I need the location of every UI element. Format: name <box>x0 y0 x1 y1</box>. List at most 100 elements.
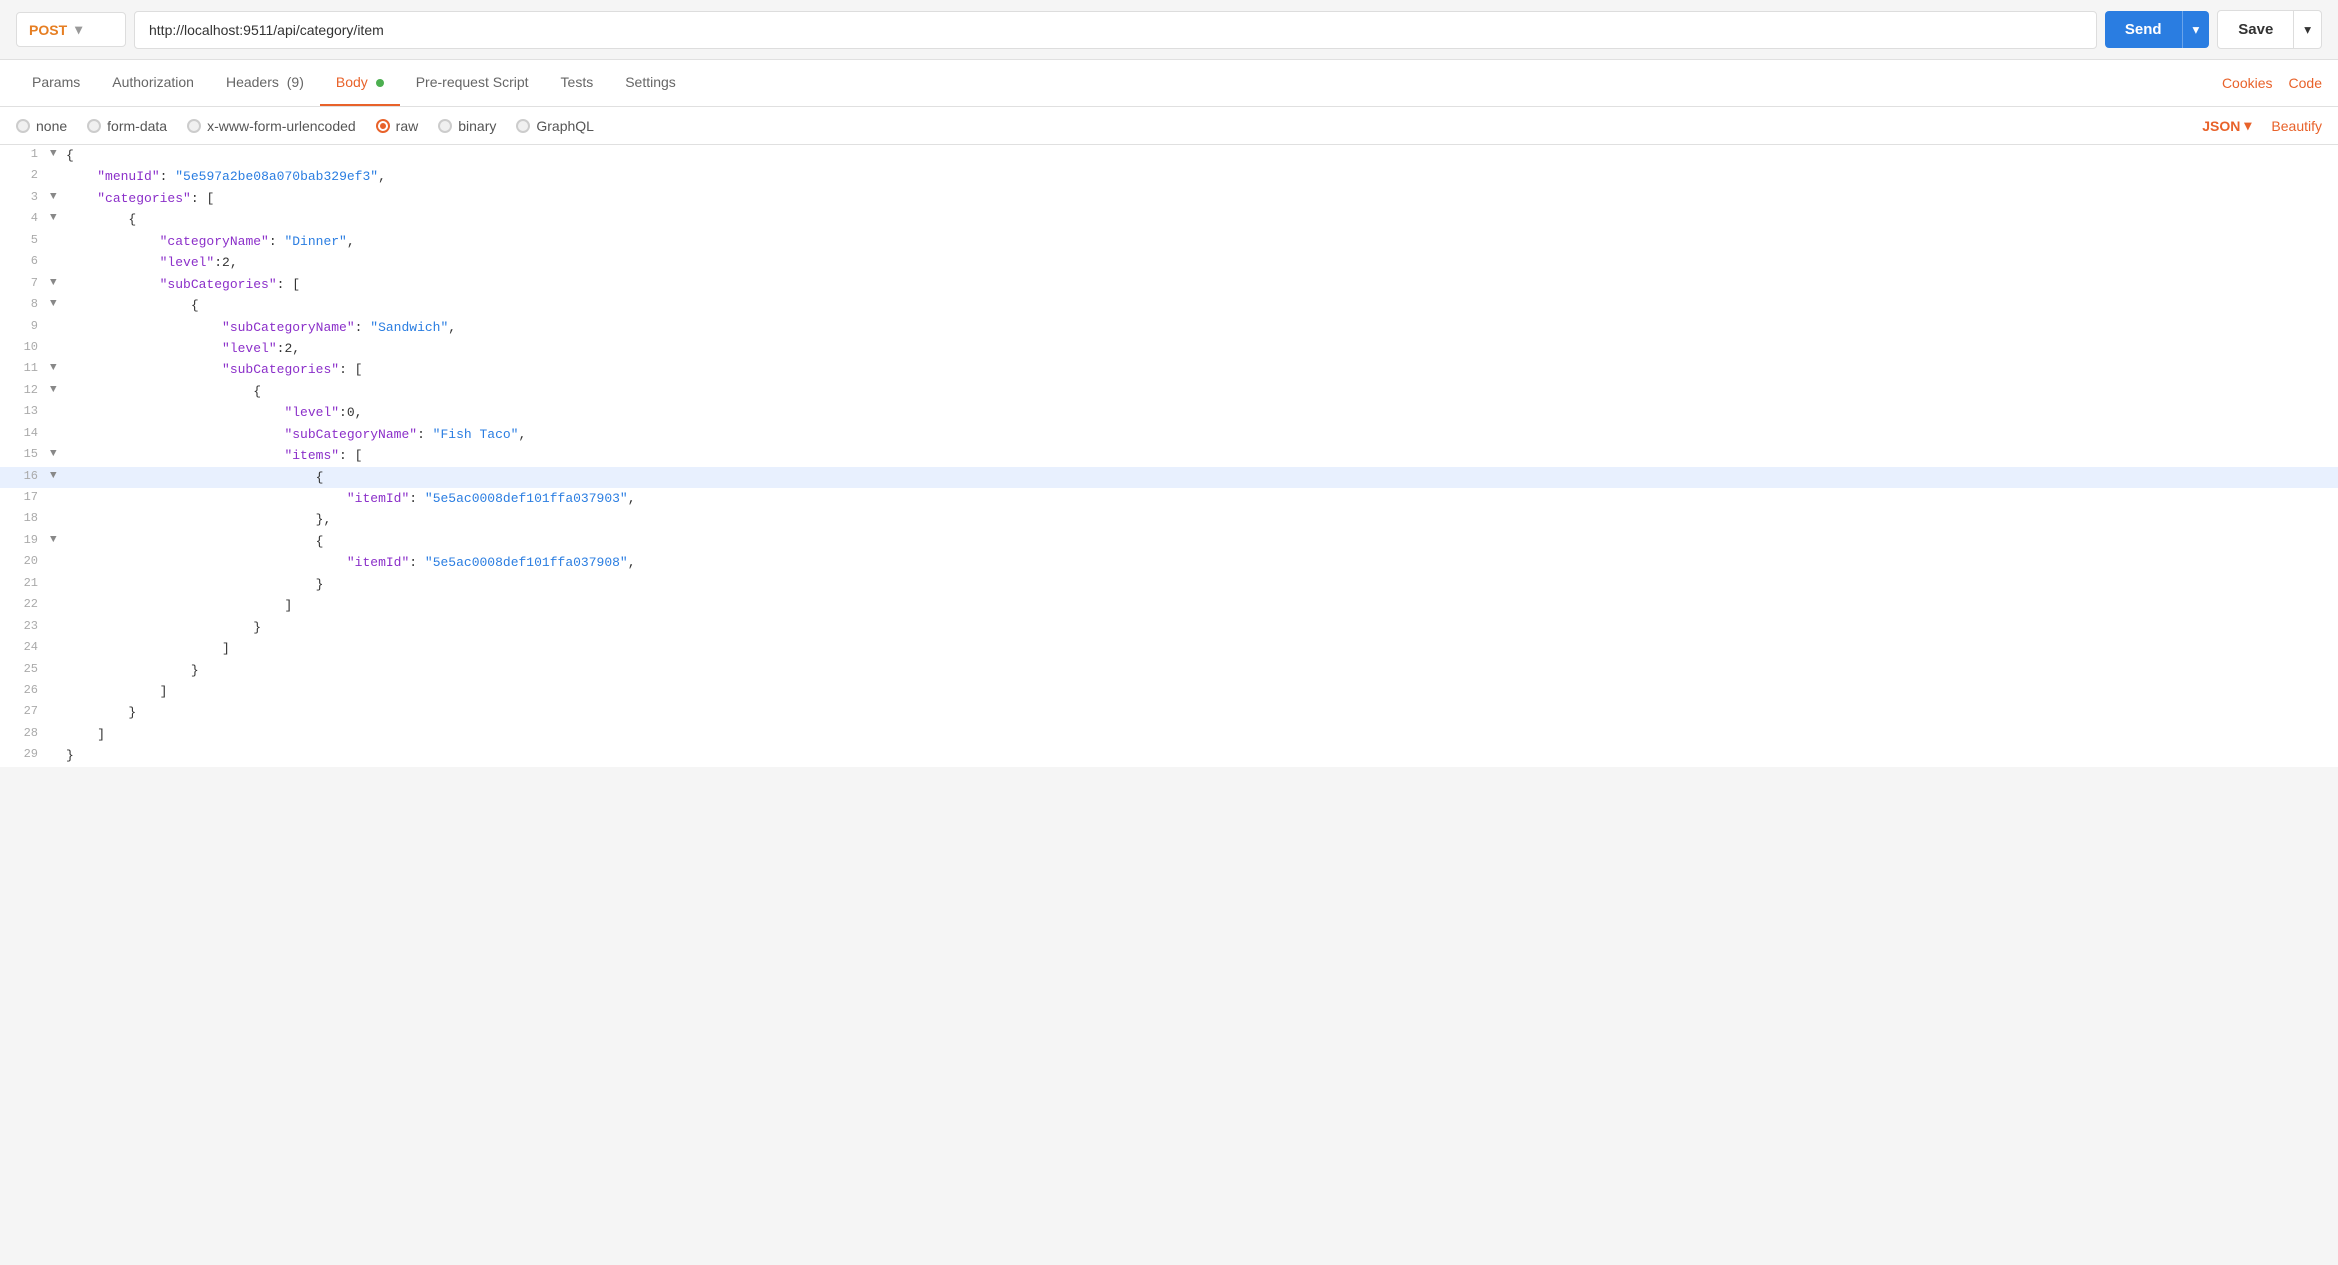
send-group: Send ▾ <box>2105 11 2209 48</box>
line-arrow-19[interactable]: ▼ <box>50 531 66 549</box>
line-content-3: "categories": [ <box>66 188 2338 209</box>
code-line-12: 12▼ { <box>0 381 2338 402</box>
send-button[interactable]: Send <box>2105 11 2182 48</box>
code-line-6: 6 "level":2, <box>0 252 2338 273</box>
line-number-24: 24 <box>0 638 50 658</box>
code-line-22: 22 ] <box>0 595 2338 616</box>
tab-authorization[interactable]: Authorization <box>96 60 210 106</box>
line-content-5: "categoryName": "Dinner", <box>66 231 2338 252</box>
body-type-form-data-label: form-data <box>107 118 167 134</box>
code-line-24: 24 ] <box>0 638 2338 659</box>
line-content-19: { <box>66 531 2338 552</box>
method-select[interactable]: POST ▾ <box>16 12 126 47</box>
body-type-urlencoded-label: x-www-form-urlencoded <box>207 118 356 134</box>
radio-binary-icon <box>438 119 452 133</box>
line-number-15: 15 <box>0 445 50 465</box>
body-type-graphql[interactable]: GraphQL <box>516 118 594 134</box>
code-line-20: 20 "itemId": "5e5ac0008def101ffa037908", <box>0 552 2338 573</box>
code-line-27: 27 } <box>0 702 2338 723</box>
line-number-28: 28 <box>0 724 50 744</box>
line-content-22: ] <box>66 595 2338 616</box>
line-number-8: 8 <box>0 295 50 315</box>
body-type-raw[interactable]: raw <box>376 118 419 134</box>
tab-bar: Params Authorization Headers (9) Body Pr… <box>0 60 2338 107</box>
body-type-form-data[interactable]: form-data <box>87 118 167 134</box>
line-content-20: "itemId": "5e5ac0008def101ffa037908", <box>66 552 2338 573</box>
method-chevron-icon: ▾ <box>75 21 82 38</box>
code-line-25: 25 } <box>0 660 2338 681</box>
save-dropdown-button[interactable]: ▾ <box>2294 10 2322 49</box>
tab-body[interactable]: Body <box>320 60 400 106</box>
line-arrow-8[interactable]: ▼ <box>50 295 66 313</box>
tab-headers[interactable]: Headers (9) <box>210 60 320 106</box>
line-number-2: 2 <box>0 166 50 186</box>
body-type-bar: none form-data x-www-form-urlencoded raw… <box>0 107 2338 145</box>
line-content-18: }, <box>66 509 2338 530</box>
line-number-5: 5 <box>0 231 50 251</box>
line-arrow-15[interactable]: ▼ <box>50 445 66 463</box>
send-dropdown-button[interactable]: ▾ <box>2182 11 2210 48</box>
tab-links: Cookies Code <box>2222 75 2322 91</box>
line-number-4: 4 <box>0 209 50 229</box>
json-dropdown[interactable]: JSON ▾ <box>2202 117 2251 134</box>
code-line-23: 23 } <box>0 617 2338 638</box>
url-input[interactable] <box>134 11 2097 49</box>
method-label: POST <box>29 22 67 38</box>
line-number-21: 21 <box>0 574 50 594</box>
line-content-15: "items": [ <box>66 445 2338 466</box>
line-number-12: 12 <box>0 381 50 401</box>
line-arrow-12[interactable]: ▼ <box>50 381 66 399</box>
line-number-25: 25 <box>0 660 50 680</box>
radio-none-icon <box>16 119 30 133</box>
line-content-8: { <box>66 295 2338 316</box>
line-content-17: "itemId": "5e5ac0008def101ffa037903", <box>66 488 2338 509</box>
line-arrow-4[interactable]: ▼ <box>50 209 66 227</box>
code-line-10: 10 "level":2, <box>0 338 2338 359</box>
tab-settings[interactable]: Settings <box>609 60 692 106</box>
line-number-23: 23 <box>0 617 50 637</box>
body-type-binary[interactable]: binary <box>438 118 496 134</box>
code-line-19: 19▼ { <box>0 531 2338 552</box>
tab-params[interactable]: Params <box>16 60 96 106</box>
code-line-17: 17 "itemId": "5e5ac0008def101ffa037903", <box>0 488 2338 509</box>
code-line-14: 14 "subCategoryName": "Fish Taco", <box>0 424 2338 445</box>
line-content-13: "level":0, <box>66 402 2338 423</box>
body-type-urlencoded[interactable]: x-www-form-urlencoded <box>187 118 356 134</box>
cookies-link[interactable]: Cookies <box>2222 75 2273 91</box>
code-link[interactable]: Code <box>2289 75 2322 91</box>
line-arrow-16[interactable]: ▼ <box>50 467 66 485</box>
json-label: JSON <box>2202 118 2240 134</box>
line-arrow-7[interactable]: ▼ <box>50 274 66 292</box>
code-editor[interactable]: 1▼{2 "menuId": "5e597a2be08a070bab329ef3… <box>0 145 2338 767</box>
line-number-10: 10 <box>0 338 50 358</box>
save-group: Save ▾ <box>2217 10 2322 49</box>
code-line-26: 26 ] <box>0 681 2338 702</box>
line-number-17: 17 <box>0 488 50 508</box>
save-button[interactable]: Save <box>2217 10 2294 49</box>
body-type-graphql-label: GraphQL <box>536 118 594 134</box>
line-number-6: 6 <box>0 252 50 272</box>
code-line-21: 21 } <box>0 574 2338 595</box>
line-content-10: "level":2, <box>66 338 2338 359</box>
line-arrow-11[interactable]: ▼ <box>50 359 66 377</box>
line-content-4: { <box>66 209 2338 230</box>
tab-prerequest[interactable]: Pre-request Script <box>400 60 545 106</box>
line-content-2: "menuId": "5e597a2be08a070bab329ef3", <box>66 166 2338 187</box>
line-number-29: 29 <box>0 745 50 765</box>
tab-tests[interactable]: Tests <box>545 60 610 106</box>
code-line-5: 5 "categoryName": "Dinner", <box>0 231 2338 252</box>
body-type-raw-label: raw <box>396 118 419 134</box>
line-content-6: "level":2, <box>66 252 2338 273</box>
code-line-13: 13 "level":0, <box>0 402 2338 423</box>
line-content-25: } <box>66 660 2338 681</box>
line-arrow-1[interactable]: ▼ <box>50 145 66 163</box>
line-arrow-3[interactable]: ▼ <box>50 188 66 206</box>
body-type-none[interactable]: none <box>16 118 67 134</box>
code-line-2: 2 "menuId": "5e597a2be08a070bab329ef3", <box>0 166 2338 187</box>
line-content-14: "subCategoryName": "Fish Taco", <box>66 424 2338 445</box>
code-line-4: 4▼ { <box>0 209 2338 230</box>
beautify-button[interactable]: Beautify <box>2271 118 2322 134</box>
radio-form-data-icon <box>87 119 101 133</box>
line-content-12: { <box>66 381 2338 402</box>
code-line-28: 28 ] <box>0 724 2338 745</box>
